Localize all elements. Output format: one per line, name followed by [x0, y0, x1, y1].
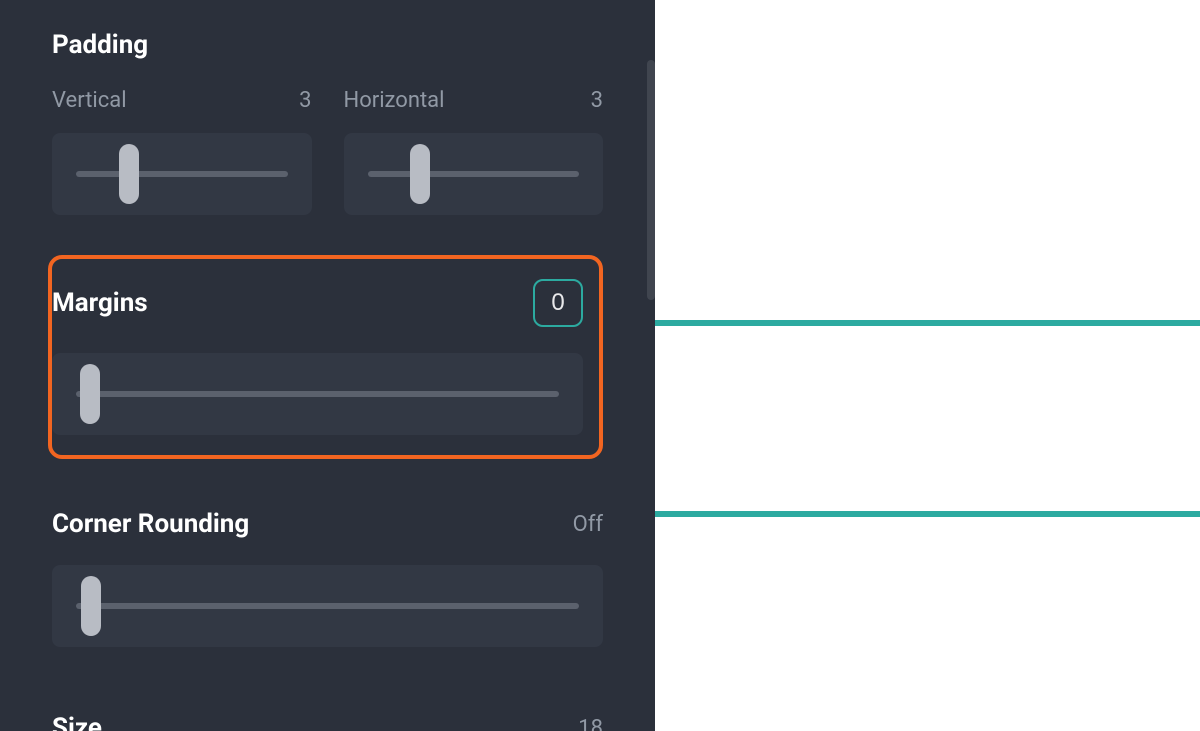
- padding-section: Padding Vertical 3 Horizontal 3: [52, 30, 603, 215]
- margins-title: Margins: [52, 288, 148, 318]
- corner-rounding-value: Off: [573, 512, 603, 537]
- slider-thumb[interactable]: [81, 576, 101, 636]
- preview-canvas: [655, 0, 1200, 731]
- size-value: 18: [578, 716, 603, 731]
- padding-horizontal-slider[interactable]: [344, 133, 604, 215]
- padding-vertical-slider[interactable]: [52, 133, 312, 215]
- slider-thumb[interactable]: [119, 144, 139, 204]
- padding-horizontal-value: 3: [591, 88, 603, 113]
- size-section: Size 18: [52, 713, 603, 731]
- slider-thumb[interactable]: [80, 364, 100, 424]
- corner-rounding-slider[interactable]: [52, 565, 603, 647]
- corner-rounding-section: Corner Rounding Off: [52, 509, 603, 647]
- margins-section-highlighted: Margins: [48, 255, 603, 459]
- padding-vertical-value: 3: [299, 88, 311, 113]
- padding-vertical-label: Vertical: [52, 88, 127, 113]
- corner-rounding-title: Corner Rounding: [52, 509, 249, 539]
- padding-horizontal-label: Horizontal: [344, 88, 445, 113]
- margins-slider[interactable]: [52, 353, 583, 435]
- padding-vertical-group: Vertical 3: [52, 88, 312, 215]
- margins-input[interactable]: [533, 279, 583, 327]
- preview-divider: [655, 511, 1200, 517]
- settings-panel: Padding Vertical 3 Horizontal 3: [0, 0, 655, 731]
- padding-horizontal-group: Horizontal 3: [344, 88, 604, 215]
- preview-divider: [655, 320, 1200, 326]
- slider-thumb[interactable]: [410, 144, 430, 204]
- size-title: Size: [52, 713, 102, 731]
- padding-title: Padding: [52, 30, 603, 60]
